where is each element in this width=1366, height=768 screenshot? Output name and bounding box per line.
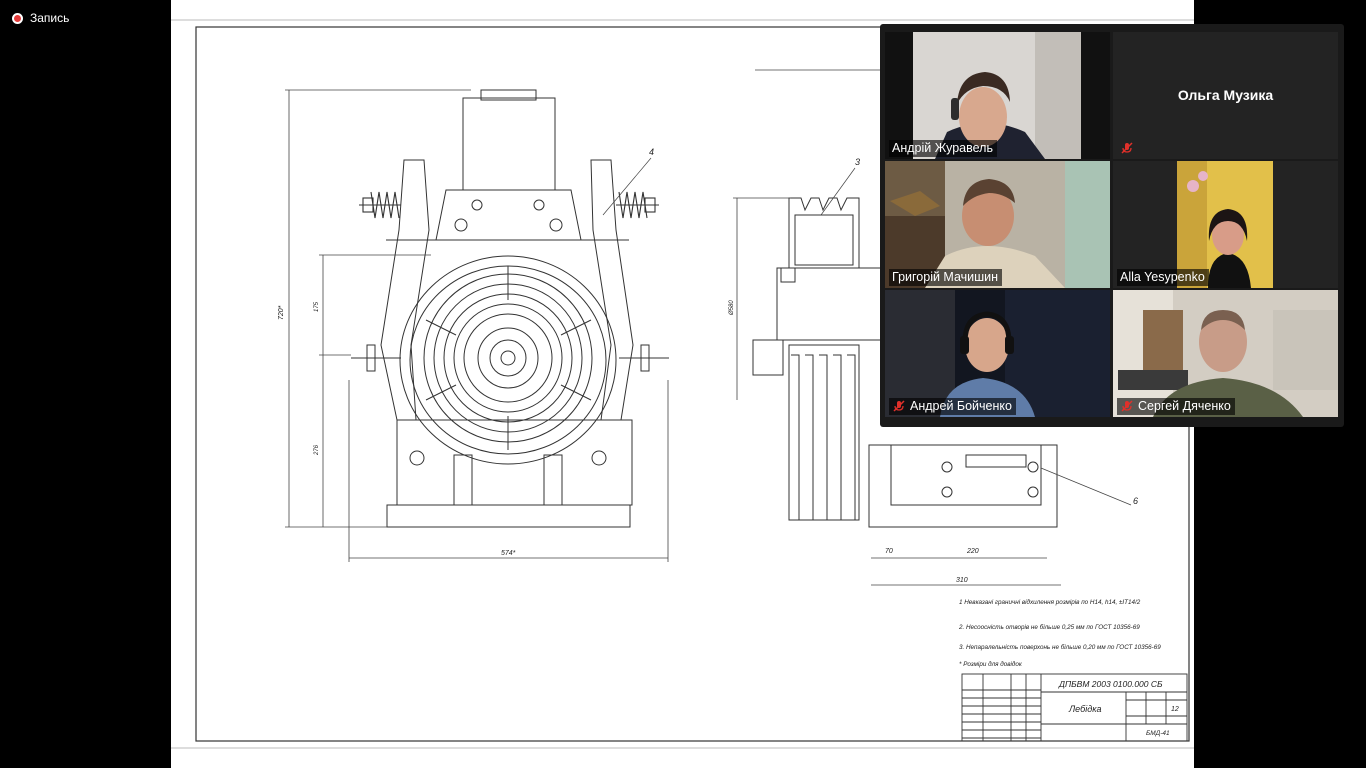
participant-name-label: Андрій Журавель bbox=[889, 140, 997, 157]
video-tile-hryhorii[interactable]: Григорій Мачишин bbox=[885, 161, 1110, 288]
recording-label: Запись bbox=[30, 11, 70, 25]
participant-name-label: Alla Yesypenko bbox=[1117, 269, 1209, 286]
zoom-meeting-window: Запись 720* 175 276 574* 4 Ø580 70 220 3… bbox=[0, 0, 1366, 768]
video-tile-sergey[interactable]: Сергей Дяченко bbox=[1113, 290, 1338, 417]
dim-310: 310 bbox=[956, 577, 968, 584]
drawing-title: Лебідка bbox=[1068, 704, 1101, 714]
video-gallery: Андрій Журавель Ольга Музика Григорій Ма… bbox=[880, 24, 1344, 427]
recording-indicator[interactable]: Запись bbox=[12, 11, 69, 25]
participant-name-center: Ольга Музика bbox=[1177, 87, 1274, 103]
video-tile-andrey[interactable]: Андрей Бойченко bbox=[885, 290, 1110, 417]
dim-width: 574* bbox=[501, 550, 516, 557]
note-1: 1 Невказані граничні відхилення розмірів… bbox=[959, 598, 1141, 606]
dim-diam: Ø580 bbox=[729, 300, 735, 316]
dim-height: 720* bbox=[278, 305, 285, 320]
note-2: 2. Несоосність отворів не більше 0,25 мм… bbox=[958, 623, 1140, 631]
participant-name-label: Сергей Дяченко bbox=[1117, 398, 1235, 415]
drawing-sheet: 12 bbox=[1171, 706, 1179, 713]
video-tile-andrii[interactable]: Андрій Журавель bbox=[885, 32, 1110, 159]
video-tile-alla[interactable]: Alla Yesypenko bbox=[1113, 161, 1338, 288]
participant-status bbox=[1117, 140, 1138, 157]
dim-220: 220 bbox=[966, 548, 979, 555]
note-3: 3. Непаралельність поверхонь не більше 0… bbox=[959, 643, 1161, 651]
dim-276: 276 bbox=[314, 444, 320, 456]
drawing-designation: ДПБВМ 2003 0100.000 СБ bbox=[1058, 679, 1163, 689]
participant-name-label: Андрей Бойченко bbox=[889, 398, 1016, 415]
record-icon bbox=[12, 12, 23, 24]
callout-4: 4 bbox=[649, 147, 654, 157]
video-tile-olga[interactable]: Ольга Музика bbox=[1113, 32, 1338, 159]
callout-6: 6 bbox=[1133, 496, 1138, 506]
muted-mic-icon bbox=[1120, 141, 1134, 155]
drawing-org: БМД-41 bbox=[1146, 730, 1170, 737]
dim-175: 175 bbox=[314, 301, 320, 312]
muted-mic-icon bbox=[892, 399, 906, 413]
muted-mic-icon bbox=[1120, 399, 1134, 413]
dim-70: 70 bbox=[885, 548, 893, 555]
note-4: * Розміри для довідок bbox=[959, 660, 1023, 668]
callout-3: 3 bbox=[855, 157, 860, 167]
participant-name-label: Григорій Мачишин bbox=[889, 269, 1003, 286]
